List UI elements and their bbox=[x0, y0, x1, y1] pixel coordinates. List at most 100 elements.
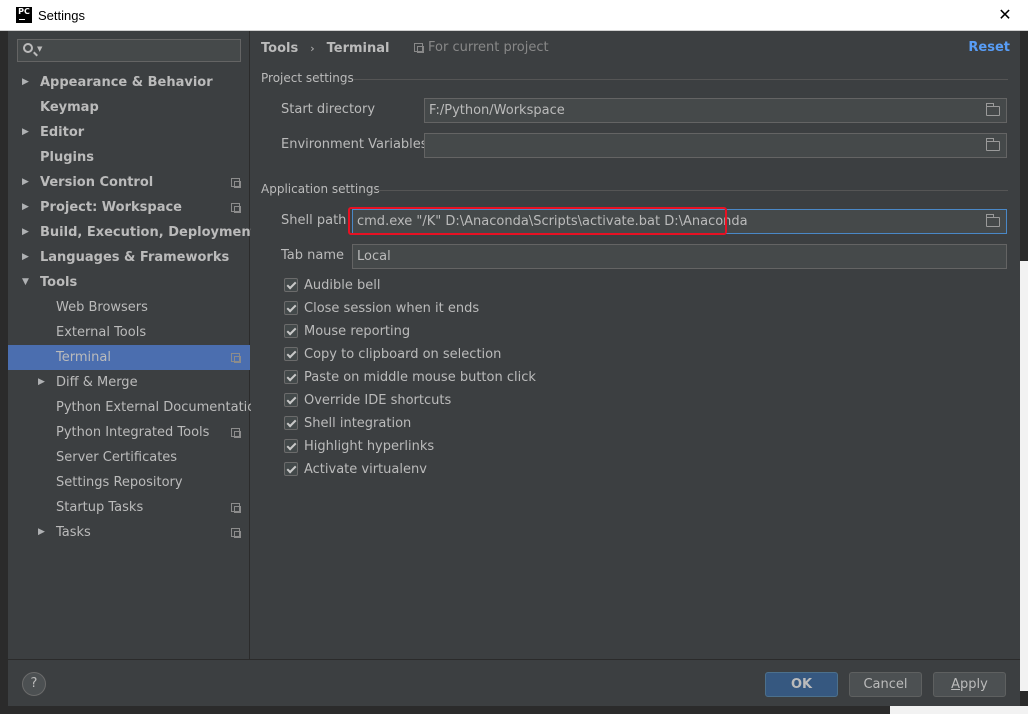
search-input[interactable] bbox=[46, 40, 236, 61]
settings-content: Tools › Terminal For current project Res… bbox=[251, 31, 1020, 659]
sidebar-item-diff-merge[interactable]: ▶ Diff & Merge bbox=[8, 370, 250, 395]
start-directory-label: Start directory bbox=[281, 102, 376, 117]
apply-mnemonic: A bbox=[951, 677, 961, 692]
project-level-icon bbox=[231, 178, 241, 188]
collapsed-arrow-icon[interactable]: ▶ bbox=[38, 520, 45, 545]
sidebar-item-label: Keymap bbox=[40, 100, 99, 115]
pycharm-logo-icon: PC bbox=[16, 7, 32, 23]
collapsed-arrow-icon[interactable]: ▶ bbox=[22, 220, 29, 245]
sidebar-item-startup-tasks[interactable]: Startup Tasks bbox=[8, 495, 250, 520]
start-directory-field[interactable] bbox=[424, 98, 1007, 123]
sidebar-item-label: Languages & Frameworks bbox=[40, 250, 230, 265]
search-icon bbox=[23, 43, 33, 53]
checkbox-label: Paste on middle mouse button click bbox=[304, 369, 536, 385]
for-current-project-label: For current project bbox=[428, 40, 549, 55]
background-window-right bbox=[1020, 31, 1028, 714]
checkbox[interactable] bbox=[284, 301, 298, 315]
sidebar-item-label: Tools bbox=[40, 275, 78, 290]
checkbox[interactable] bbox=[284, 393, 298, 407]
browse-folder-icon[interactable] bbox=[986, 214, 1000, 227]
sidebar-item-python-external-documentation[interactable]: Python External Documentation bbox=[8, 395, 263, 420]
collapsed-arrow-icon[interactable]: ▶ bbox=[22, 195, 29, 220]
apply-label: pply bbox=[960, 677, 988, 692]
option-audible-bell[interactable]: Audible bell bbox=[284, 275, 380, 295]
apply-button[interactable]: Apply bbox=[933, 672, 1006, 697]
env-vars-input[interactable] bbox=[429, 134, 976, 157]
option-highlight-hyperlinks[interactable]: Highlight hyperlinks bbox=[284, 436, 434, 456]
sidebar-item-label: Appearance & Behavior bbox=[40, 75, 213, 90]
tab-name-input[interactable] bbox=[357, 245, 976, 268]
sidebar-item-project-workspace[interactable]: ▶ Project: Workspace bbox=[8, 195, 250, 220]
shell-path-field[interactable] bbox=[352, 209, 1007, 234]
settings-tree: ▶ Appearance & Behavior Keymap ▶ Editor Plugi… bbox=[8, 70, 263, 545]
window-title: Settings bbox=[38, 7, 85, 23]
expanded-arrow-icon[interactable]: ▼ bbox=[22, 270, 29, 295]
search-options-caret-icon[interactable]: ▼ bbox=[37, 45, 42, 53]
project-level-icon bbox=[231, 428, 241, 438]
collapsed-arrow-icon[interactable]: ▶ bbox=[22, 120, 29, 145]
search-box[interactable]: ▼ bbox=[17, 39, 241, 62]
shell-path-input[interactable] bbox=[357, 210, 976, 233]
sidebar-item-languages-frameworks[interactable]: ▶ Languages & Frameworks bbox=[8, 245, 250, 270]
checkbox[interactable] bbox=[284, 370, 298, 384]
option-close-session-when-it-ends[interactable]: Close session when it ends bbox=[284, 298, 479, 318]
browse-folder-icon[interactable] bbox=[986, 103, 1000, 116]
close-button[interactable]: ✕ bbox=[996, 6, 1014, 24]
checkbox[interactable] bbox=[284, 324, 298, 338]
option-override-ide-shortcuts[interactable]: Override IDE shortcuts bbox=[284, 390, 451, 410]
sidebar-item-label: Python Integrated Tools bbox=[56, 425, 210, 440]
section-divider bbox=[353, 79, 1008, 80]
sidebar-item-version-control[interactable]: ▶ Version Control bbox=[8, 170, 250, 195]
sidebar-item-label: Settings Repository bbox=[56, 475, 183, 490]
sidebar-item-build-execution-deployment[interactable]: ▶ Build, Execution, Deployment bbox=[8, 220, 257, 245]
help-button[interactable]: ? bbox=[22, 672, 46, 696]
project-level-icon bbox=[231, 353, 241, 363]
tab-name-field[interactable] bbox=[352, 244, 1007, 269]
checkbox[interactable] bbox=[284, 439, 298, 453]
sidebar-item-tasks[interactable]: ▶ Tasks bbox=[8, 520, 250, 545]
breadcrumb-tools: Tools bbox=[261, 40, 299, 56]
option-paste-on-middle-mouse-button-click[interactable]: Paste on middle mouse button click bbox=[284, 367, 536, 387]
sidebar-item-appearance-behavior[interactable]: ▶ Appearance & Behavior bbox=[8, 70, 250, 95]
cancel-button[interactable]: Cancel bbox=[849, 672, 922, 697]
breadcrumb-separator: › bbox=[310, 41, 315, 55]
reset-link[interactable]: Reset bbox=[968, 40, 1010, 55]
sidebar-item-plugins[interactable]: Plugins bbox=[8, 145, 250, 170]
sidebar-item-python-integrated-tools[interactable]: Python Integrated Tools bbox=[8, 420, 250, 445]
browse-folder-icon[interactable] bbox=[986, 138, 1000, 151]
checkbox[interactable] bbox=[284, 347, 298, 361]
sidebar-item-label: Startup Tasks bbox=[56, 500, 144, 515]
checkbox[interactable] bbox=[284, 416, 298, 430]
checkbox-label: Activate virtualenv bbox=[304, 461, 427, 477]
sidebar-item-label: Build, Execution, Deployment bbox=[40, 225, 257, 240]
dialog-footer: ? OK Cancel Apply bbox=[8, 659, 1020, 706]
start-directory-input[interactable] bbox=[429, 99, 976, 122]
env-vars-field[interactable] bbox=[424, 133, 1007, 158]
sidebar-item-tools[interactable]: ▼ Tools bbox=[8, 270, 250, 295]
sidebar-item-keymap[interactable]: Keymap bbox=[8, 95, 250, 120]
option-activate-virtualenv[interactable]: Activate virtualenv bbox=[284, 459, 427, 479]
option-mouse-reporting[interactable]: Mouse reporting bbox=[284, 321, 410, 341]
sidebar-item-external-tools[interactable]: External Tools bbox=[8, 320, 250, 345]
sidebar-item-editor[interactable]: ▶ Editor bbox=[8, 120, 250, 145]
ok-button[interactable]: OK bbox=[765, 672, 838, 697]
sidebar-item-server-certificates[interactable]: Server Certificates bbox=[8, 445, 250, 470]
checkbox-label: Copy to clipboard on selection bbox=[304, 346, 502, 362]
section-divider bbox=[376, 190, 1008, 191]
sidebar-item-label: Tasks bbox=[56, 525, 91, 540]
collapsed-arrow-icon[interactable]: ▶ bbox=[22, 70, 29, 95]
collapsed-arrow-icon[interactable]: ▶ bbox=[38, 370, 45, 395]
option-copy-to-clipboard-on-selection[interactable]: Copy to clipboard on selection bbox=[284, 344, 501, 364]
sidebar-item-settings-repository[interactable]: Settings Repository bbox=[8, 470, 250, 495]
sidebar-item-web-browsers[interactable]: Web Browsers bbox=[8, 295, 250, 320]
collapsed-arrow-icon[interactable]: ▶ bbox=[22, 170, 29, 195]
collapsed-arrow-icon[interactable]: ▶ bbox=[22, 245, 29, 270]
checkbox-label: Shell integration bbox=[304, 415, 412, 431]
checkbox-label: Close session when it ends bbox=[304, 300, 480, 316]
checkbox[interactable] bbox=[284, 278, 298, 292]
sidebar-item-terminal[interactable]: Terminal bbox=[8, 345, 250, 370]
option-shell-integration[interactable]: Shell integration bbox=[284, 413, 411, 433]
sidebar-item-label: Project: Workspace bbox=[40, 200, 182, 215]
project-scope-icon bbox=[414, 43, 424, 53]
checkbox[interactable] bbox=[284, 462, 298, 476]
